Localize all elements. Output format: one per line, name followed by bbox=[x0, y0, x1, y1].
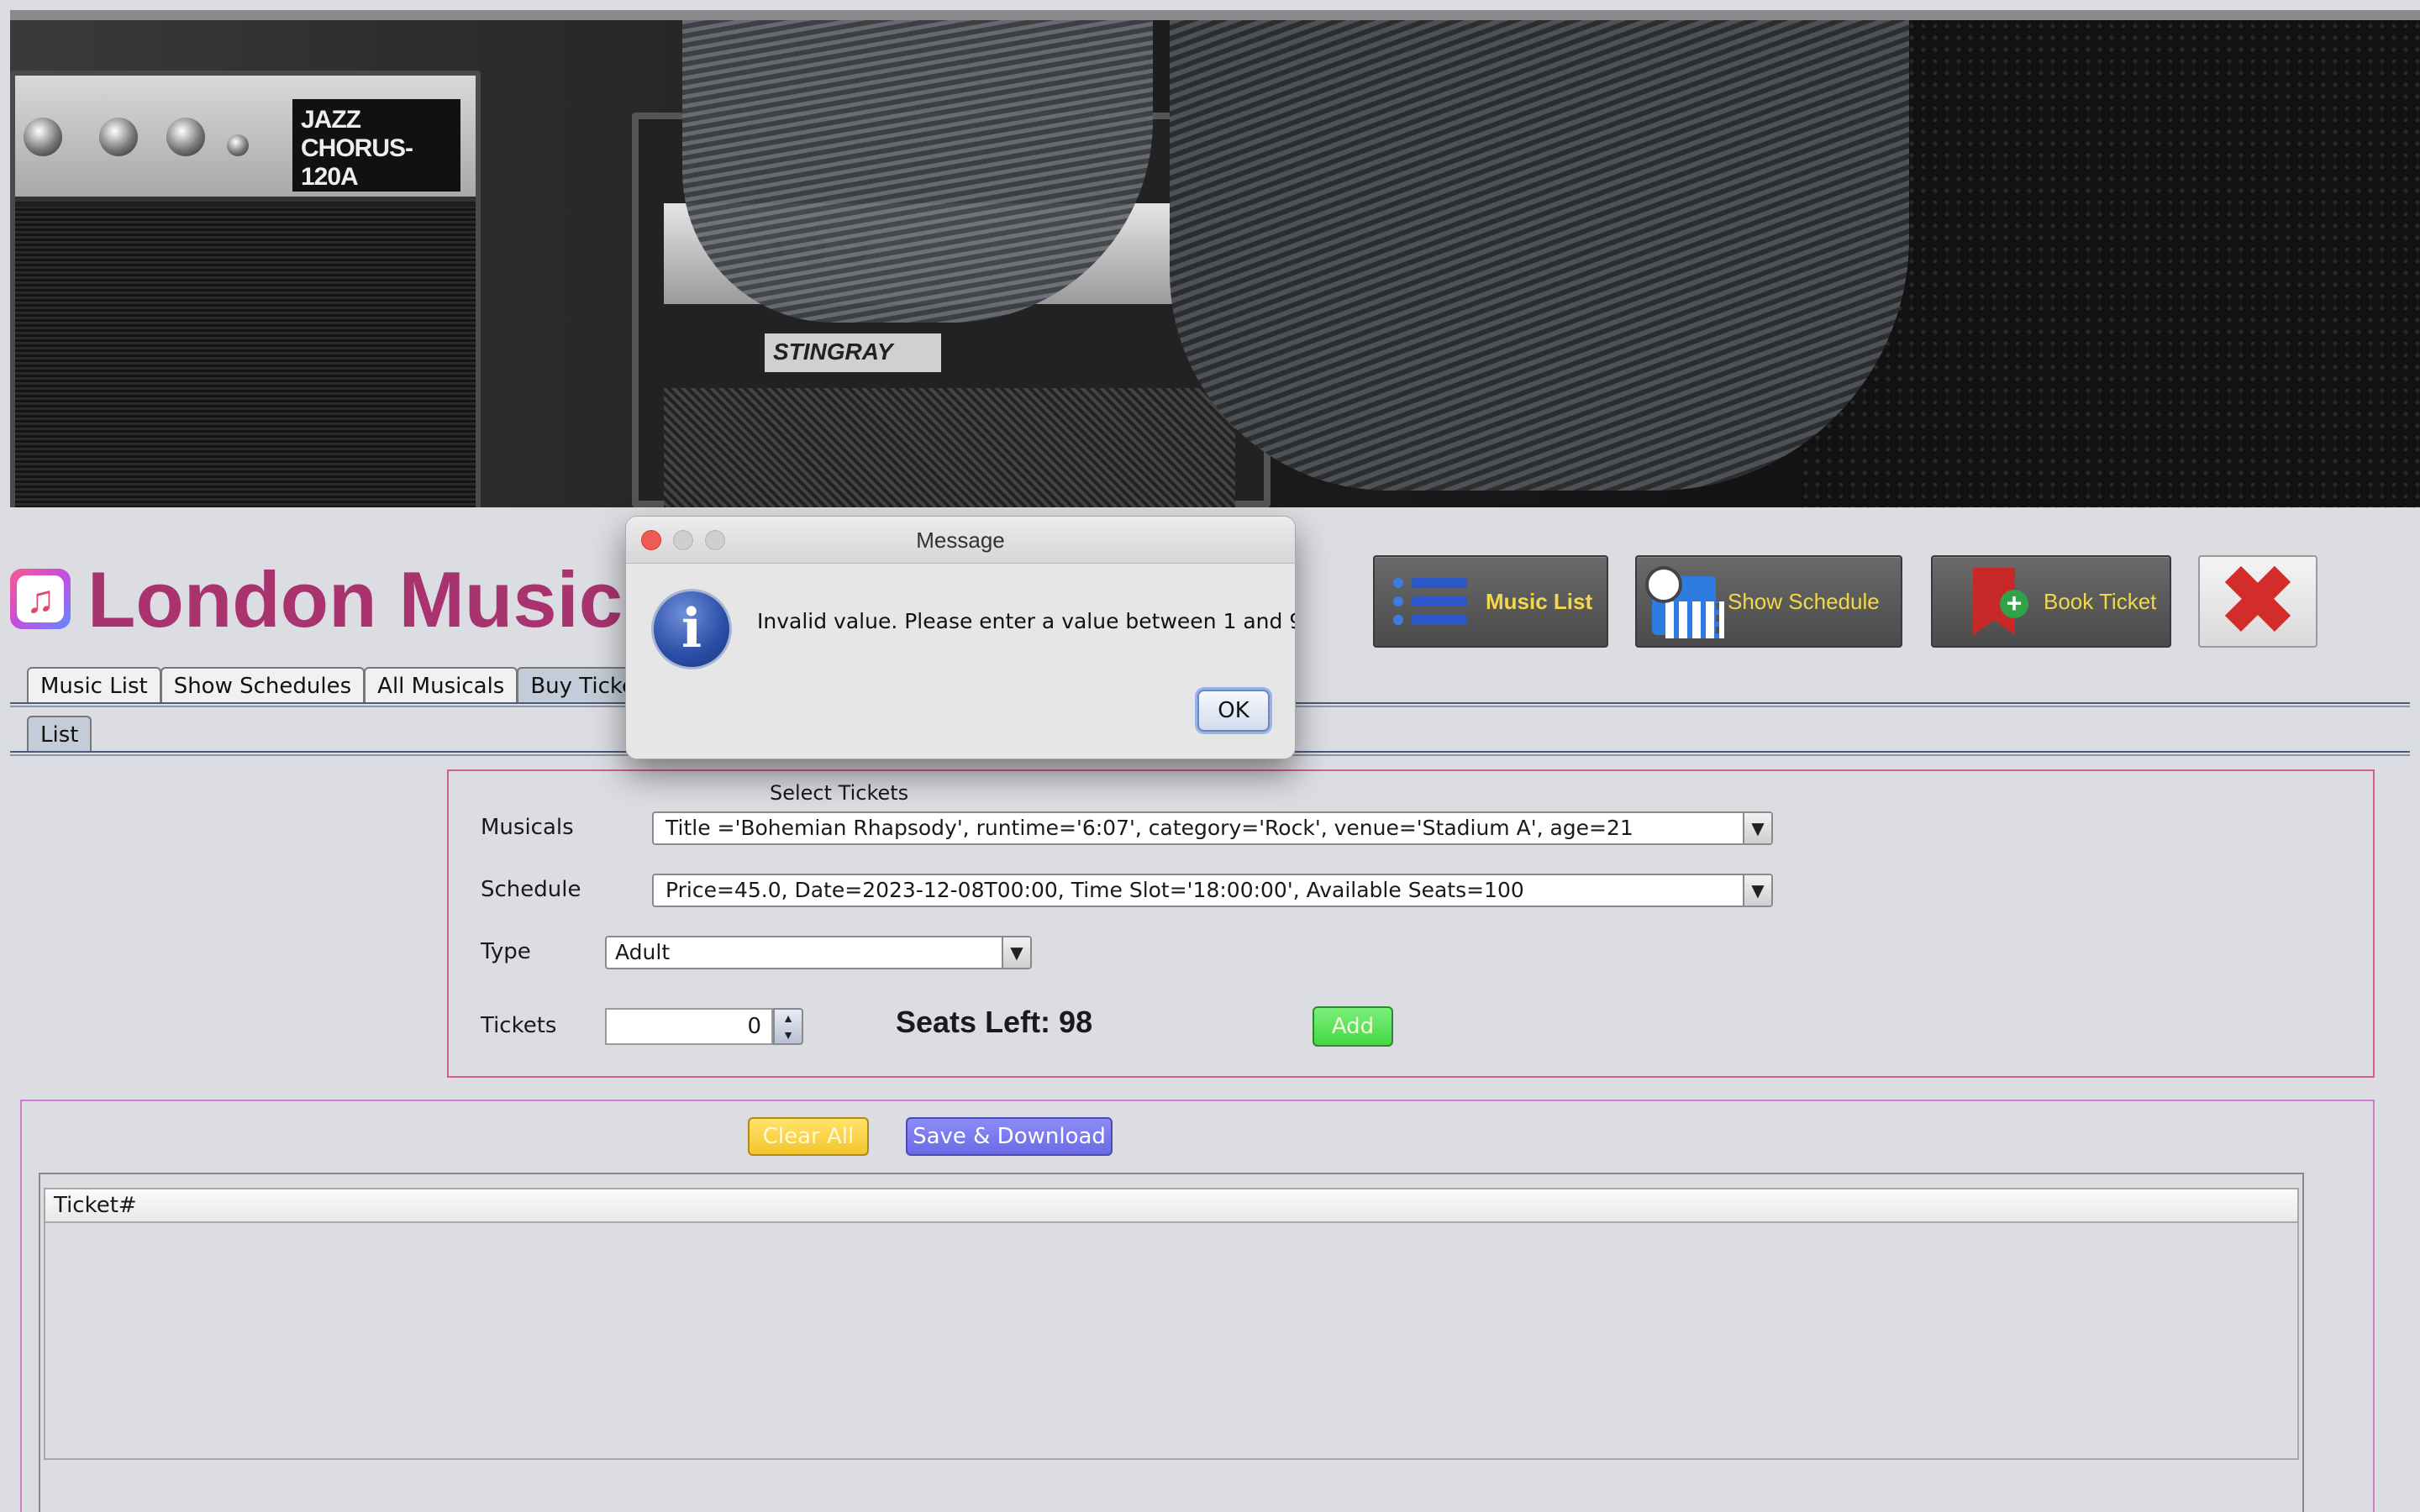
main-tabs: Music List Show Schedules All Musicals B… bbox=[27, 667, 658, 704]
window-close-button[interactable] bbox=[641, 530, 661, 550]
type-label: Type bbox=[481, 939, 531, 964]
music-note-icon: ♫ bbox=[10, 569, 71, 629]
musicals-label: Musicals bbox=[481, 815, 574, 840]
knob-icon bbox=[166, 118, 205, 156]
chevron-down-icon: ▼ bbox=[1743, 875, 1771, 906]
info-icon: i bbox=[651, 589, 732, 669]
window-minimize-button bbox=[673, 530, 693, 550]
musicals-select-value: Title ='Bohemian Rhapsody', runtime='6:0… bbox=[666, 816, 1634, 840]
tickets-table: Ticket# bbox=[39, 1173, 2304, 1512]
tab-music-list[interactable]: Music List bbox=[27, 667, 161, 704]
schedule-select-value: Price=45.0, Date=2023-12-08T00:00, Time … bbox=[666, 878, 1524, 902]
close-app-button[interactable]: ✖ bbox=[2198, 555, 2317, 648]
dialog-message: Invalid value. Please enter a value betw… bbox=[757, 609, 1296, 633]
tab-list[interactable]: List bbox=[27, 716, 92, 753]
banner-amp-left-panel: JAZZ CHORUS-120A bbox=[15, 76, 476, 202]
dialog-title: Message bbox=[916, 528, 1005, 553]
banner-photo: JAZZ CHORUS-120A STINGRAY bbox=[10, 20, 2420, 507]
tickets-label: Tickets bbox=[481, 1013, 557, 1038]
add-button[interactable]: Add bbox=[1313, 1006, 1393, 1047]
banner-amp-left: JAZZ CHORUS-120A bbox=[10, 71, 481, 507]
type-select[interactable]: Adult ▼ bbox=[605, 936, 1032, 969]
knob-icon bbox=[24, 118, 62, 156]
banner-frame: JAZZ CHORUS-120A STINGRAY bbox=[10, 10, 2420, 507]
banner-amp-left-grill bbox=[15, 207, 476, 507]
tab-all-musicals[interactable]: All Musicals bbox=[364, 667, 518, 704]
ok-button[interactable]: OK bbox=[1197, 690, 1270, 732]
book-ticket-button[interactable]: + Book Ticket bbox=[1931, 555, 2171, 648]
music-list-button-label: Music List bbox=[1486, 588, 1593, 614]
seats-left-label: Seats Left: 98 bbox=[896, 1005, 1093, 1039]
calendar-clock-icon bbox=[1645, 566, 1724, 638]
table-body[interactable] bbox=[44, 1223, 2299, 1460]
music-list-button[interactable]: Music List bbox=[1373, 555, 1608, 648]
chevron-down-icon: ▼ bbox=[1002, 937, 1030, 968]
knob-icon bbox=[227, 134, 249, 156]
message-dialog: Message i Invalid value. Please enter a … bbox=[625, 516, 1296, 759]
banner-amp-right-grill bbox=[664, 388, 1235, 507]
window-zoom-button bbox=[705, 530, 725, 550]
dialog-titlebar[interactable]: Message bbox=[626, 517, 1295, 564]
show-schedule-button-label: Show Schedule bbox=[1728, 588, 1880, 614]
page-title: London Music bbox=[87, 555, 623, 643]
bookmark-add-icon: + bbox=[1948, 568, 2032, 635]
schedule-select[interactable]: Price=45.0, Date=2023-12-08T00:00, Time … bbox=[652, 874, 1773, 907]
close-icon: ✖ bbox=[2218, 549, 2297, 653]
book-ticket-button-label: Book Ticket bbox=[2044, 588, 2157, 614]
type-select-value: Adult bbox=[615, 940, 671, 964]
save-download-button[interactable]: Save & Download bbox=[906, 1117, 1113, 1156]
chevron-up-icon[interactable]: ▲ bbox=[775, 1010, 802, 1026]
tickets-stepper[interactable]: 0 ▲ ▼ bbox=[605, 1008, 803, 1045]
clear-all-button[interactable]: Clear All bbox=[748, 1117, 869, 1156]
chevron-down-icon[interactable]: ▼ bbox=[775, 1026, 802, 1043]
musicals-select[interactable]: Title ='Bohemian Rhapsody', runtime='6:0… bbox=[652, 811, 1773, 845]
schedule-label: Schedule bbox=[481, 877, 581, 902]
banner-jeans-right bbox=[1170, 20, 1909, 491]
column-header-ticket[interactable]: Ticket# bbox=[54, 1193, 137, 1218]
tab-show-schedules[interactable]: Show Schedules bbox=[160, 667, 366, 704]
tickets-input[interactable]: 0 bbox=[605, 1008, 773, 1045]
chevron-down-icon: ▼ bbox=[1743, 813, 1771, 843]
banner-amp-right-label: STINGRAY bbox=[765, 333, 941, 372]
list-icon bbox=[1390, 568, 1474, 635]
header-banner: JAZZ CHORUS-120A STINGRAY bbox=[0, 0, 2420, 518]
banner-amp-left-label: JAZZ CHORUS-120A bbox=[292, 99, 460, 192]
stepper-buttons[interactable]: ▲ ▼ bbox=[773, 1008, 803, 1045]
knob-icon bbox=[99, 118, 138, 156]
sub-tabs: List bbox=[27, 716, 92, 753]
show-schedule-button[interactable]: Show Schedule bbox=[1635, 555, 1902, 648]
table-header: Ticket# bbox=[44, 1188, 2299, 1223]
select-tickets-caption: Select Tickets bbox=[770, 781, 909, 805]
